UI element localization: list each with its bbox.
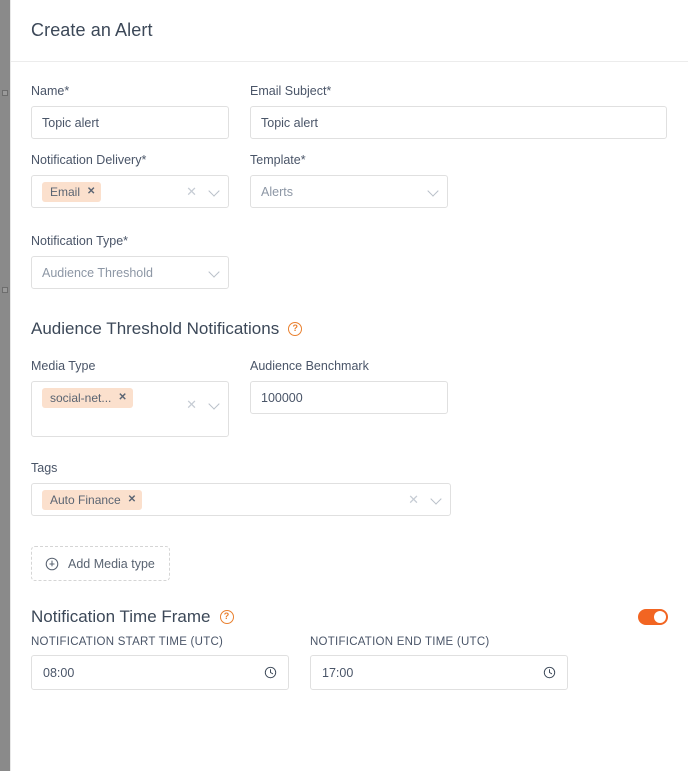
notification-type-value: Audience Threshold (42, 265, 153, 280)
template-label: Template* (250, 153, 306, 167)
end-time-label: NOTIFICATION END TIME (UTC) (310, 636, 490, 648)
chip-auto-finance[interactable]: Auto Finance ✕ (42, 489, 143, 510)
email-subject-label: Email Subject* (250, 84, 332, 98)
row-time-fields: NOTIFICATION START TIME (UTC) 08:00 NOTI… (31, 636, 668, 690)
chevron-down-icon[interactable] (429, 187, 438, 196)
chevron-down-icon[interactable] (210, 268, 219, 277)
media-type-label: Media Type (31, 359, 96, 373)
email-subject-input-value: Topic alert (261, 115, 318, 130)
modal-header: Create an Alert (11, 0, 688, 62)
clock-icon[interactable] (264, 666, 277, 679)
notification-timeframe-title: Notification Time Frame (31, 607, 211, 626)
notification-delivery-select[interactable]: Email ✕ ✕ (31, 175, 229, 208)
chip-email[interactable]: Email ✕ (42, 181, 102, 202)
field-notification-type: Notification Type* Audience Threshold (31, 234, 229, 289)
row-delivery-template: Notification Delivery* Email ✕ ✕ Templat (31, 153, 668, 208)
help-circle-icon[interactable]: ? (288, 322, 303, 336)
end-time-value: 17:00 (322, 665, 354, 680)
media-type-select[interactable]: social-net... ✕ ✕ (31, 381, 229, 437)
audience-threshold-title: Audience Threshold Notifications (31, 319, 280, 338)
start-time-value: 08:00 (43, 665, 75, 680)
add-media-type-button[interactable]: Add Media type (31, 546, 170, 581)
tags-select[interactable]: Auto Finance ✕ ✕ (31, 483, 451, 516)
clear-icon[interactable]: ✕ (186, 185, 197, 198)
modal-body: Name* Topic alert Email Subject* Topic a… (11, 62, 688, 690)
notification-timeframe-toggle[interactable] (638, 609, 668, 625)
notification-timeframe-title-group: Notification Time Frame ? (31, 607, 234, 627)
notification-delivery-label: Notification Delivery* (31, 153, 147, 167)
rail-marker-top (2, 90, 8, 96)
clock-icon[interactable] (543, 666, 556, 679)
chevron-down-icon[interactable] (210, 400, 219, 409)
chip-email-label: Email (50, 184, 81, 199)
page-title: Create an Alert (31, 20, 153, 40)
start-time-input[interactable]: 08:00 (31, 655, 289, 690)
chip-remove-icon[interactable]: ✕ (128, 493, 136, 507)
name-input-value: Topic alert (42, 115, 99, 130)
chip-remove-icon[interactable]: ✕ (118, 391, 126, 405)
field-end-time: NOTIFICATION END TIME (UTC) 17:00 (310, 636, 568, 690)
notification-timeframe-header: Notification Time Frame ? (31, 607, 668, 627)
screen-root: Create an Alert Name* Topic alert Email … (0, 0, 688, 771)
notification-type-select[interactable]: Audience Threshold (31, 256, 229, 289)
create-alert-modal: Create an Alert Name* Topic alert Email … (10, 0, 688, 771)
audience-benchmark-value: 100000 (261, 390, 303, 405)
notification-delivery-adornments: ✕ (186, 176, 219, 207)
tags-adornments: ✕ (408, 484, 441, 515)
chevron-down-icon[interactable] (432, 495, 441, 504)
audience-benchmark-input[interactable]: 100000 (250, 381, 448, 414)
name-input[interactable]: Topic alert (31, 106, 229, 139)
end-time-input[interactable]: 17:00 (310, 655, 568, 690)
field-template: Template* Alerts (250, 153, 448, 208)
audience-threshold-section-header: Audience Threshold Notifications ? (31, 319, 668, 339)
chevron-down-icon[interactable] (210, 187, 219, 196)
chip-remove-icon[interactable]: ✕ (87, 185, 95, 199)
row-media-benchmark: Media Type social-net... ✕ ✕ Audience Be (31, 359, 668, 437)
tags-label: Tags (31, 461, 58, 475)
chip-social-network[interactable]: social-net... ✕ (42, 388, 133, 408)
clear-icon[interactable]: ✕ (408, 493, 419, 506)
name-label: Name* (31, 84, 70, 98)
row-name-email: Name* Topic alert Email Subject* Topic a… (31, 84, 668, 139)
field-notification-delivery: Notification Delivery* Email ✕ ✕ (31, 153, 229, 208)
audience-benchmark-label: Audience Benchmark (250, 359, 369, 373)
field-audience-benchmark: Audience Benchmark 100000 (250, 359, 448, 437)
chip-auto-finance-label: Auto Finance (50, 492, 121, 507)
add-media-type-label: Add Media type (68, 556, 155, 571)
notification-type-adornments (210, 257, 219, 288)
plus-circle-icon (45, 557, 59, 571)
field-tags: Tags Auto Finance ✕ ✕ (31, 461, 451, 516)
start-time-label: NOTIFICATION START TIME (UTC) (31, 636, 224, 648)
email-subject-input[interactable]: Topic alert (250, 106, 667, 139)
media-type-adornments: ✕ (186, 394, 219, 414)
template-value: Alerts (261, 184, 293, 199)
field-media-type: Media Type social-net... ✕ ✕ (31, 359, 229, 437)
background-app-rail (0, 0, 10, 771)
toggle-knob (654, 611, 666, 623)
field-email-subject: Email Subject* Topic alert (250, 84, 667, 139)
field-name: Name* Topic alert (31, 84, 229, 139)
field-start-time: NOTIFICATION START TIME (UTC) 08:00 (31, 636, 289, 690)
notification-type-label: Notification Type* (31, 234, 129, 248)
row-notification-type: Notification Type* Audience Threshold (31, 234, 668, 289)
help-circle-icon[interactable]: ? (219, 610, 234, 624)
template-select[interactable]: Alerts (250, 175, 448, 208)
template-adornments (429, 176, 438, 207)
clear-icon[interactable]: ✕ (186, 398, 197, 411)
chip-social-network-label: social-net... (50, 391, 112, 405)
rail-marker-bottom (2, 287, 8, 293)
